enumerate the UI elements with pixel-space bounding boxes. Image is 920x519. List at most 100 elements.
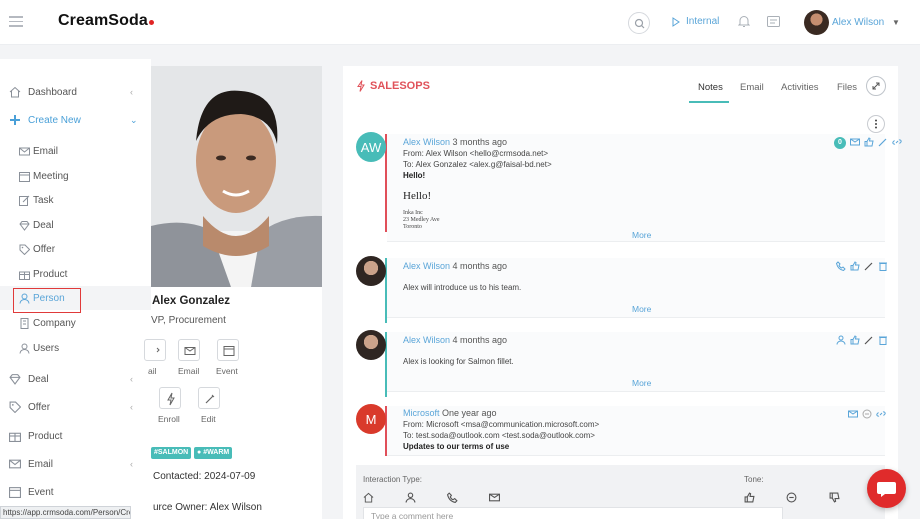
home-icon[interactable] [363,492,374,503]
note-time: 4 months ago [452,335,508,345]
chat-button[interactable] [867,469,906,508]
bell-icon[interactable] [738,15,750,28]
phone-icon[interactable] [447,492,458,503]
user-name-menu[interactable]: Alex Wilson [832,17,884,28]
note-actions [848,409,886,419]
note-text: Alex will introduce us to his team. [403,283,522,292]
user-avatar[interactable] [804,10,829,35]
more-options-icon[interactable] [867,115,885,133]
thumbs-up-icon[interactable] [850,335,860,345]
email-body-line: 23 Medley Ave [403,217,440,223]
neutral-icon[interactable] [786,492,797,503]
tab-files[interactable]: Files [837,82,857,93]
interaction-composer: Interaction Type: Tone: Type a comment h… [356,465,885,519]
tag-warm[interactable]: ● #WARM [194,447,233,459]
tag-icon [19,244,30,255]
sidebar-item-label: Product [33,268,68,280]
chevron-down-icon[interactable]: ▼ [892,18,900,27]
diamond-icon [9,373,21,385]
more-link[interactable]: More [632,378,651,388]
contact-photo [151,66,322,287]
note-item[interactable]: Alex Wilson 4 months ago Alex is looking… [387,332,888,392]
last-contacted: Contacted: 2024-07-09 [153,471,256,482]
sidebar-item-product[interactable]: Product [0,424,151,448]
expand-icon[interactable] [866,76,886,96]
meeting-users-icon[interactable] [836,335,846,345]
thumbs-up-icon[interactable] [850,261,860,271]
sidebar-sub-deal[interactable]: Deal [0,213,151,237]
hamburger-menu-icon[interactable] [9,16,23,27]
note-author[interactable]: Alex Wilson [403,137,450,147]
sidebar-item-dashboard[interactable]: Dashboard ‹ [0,80,151,104]
tag-salmon[interactable]: #SALMON [151,447,192,459]
neutral-icon[interactable] [862,409,872,419]
mail-icon[interactable] [848,409,858,419]
phone-icon[interactable] [836,261,846,271]
home-icon [9,86,21,98]
mail-action-button[interactable] [144,339,166,361]
sidebar-sub-offer[interactable]: Offer [0,237,151,261]
edit-action-button[interactable] [198,387,220,409]
thumbs-up-icon[interactable] [864,137,874,149]
edit-icon[interactable] [878,137,888,149]
note-author[interactable]: Alex Wilson [403,335,450,345]
sidebar-item-deal[interactable]: Deal ‹ [0,367,151,391]
email-action-label: Email [178,366,200,376]
mail-icon[interactable] [489,492,500,503]
internal-label: Internal [686,16,720,27]
sidebar-item-event[interactable]: Event [0,480,151,504]
tab-email[interactable]: Email [740,82,764,93]
bolt-icon [357,80,365,92]
note-time: 4 months ago [452,261,508,271]
id-card-icon[interactable] [767,16,780,27]
note-item[interactable]: Alex Wilson 3 months ago 0 From: Alex Wi… [387,134,902,242]
avatar: M [356,404,386,434]
sidebar-item-label: Meeting [33,170,69,182]
thumbs-down-icon[interactable] [829,492,840,503]
contact-name: Alex Gonzalez [152,295,230,307]
link-icon[interactable] [892,137,902,149]
email-action-button[interactable] [178,339,200,361]
internal-mode-toggle[interactable]: Internal [672,16,719,27]
event-action-button[interactable] [217,339,239,361]
sidebar-sub-task[interactable]: Task [0,188,151,212]
tab-activities[interactable]: Activities [781,82,818,93]
search-icon[interactable] [628,12,650,34]
sidebar-sub-users[interactable]: Users [0,336,151,360]
email-subject: Hello! [403,171,426,180]
calendar-icon [19,171,30,182]
sidebar-item-create-new[interactable]: Create New ⌄ [0,108,151,132]
status-bar-url: https://app.crmsoda.com/Person/Create [0,506,131,519]
note-author[interactable]: Alex Wilson [403,261,450,271]
enroll-action-button[interactable] [159,387,181,409]
sidebar-item-offer[interactable]: Offer ‹ [0,395,151,419]
tab-notes[interactable]: Notes [698,82,723,93]
edit-icon[interactable] [864,261,874,271]
active-tab-indicator [689,101,729,103]
sidebar-item-label: Create New [28,114,81,126]
chevron-left-icon: ‹ [130,87,133,97]
edit-icon[interactable] [864,335,874,345]
email-body-line: Toronto [403,224,422,228]
sidebar-sub-meeting[interactable]: Meeting [0,164,151,188]
app-logo[interactable]: CreamSoda [58,12,154,30]
more-link[interactable]: More [632,304,651,314]
sidebar-sub-email[interactable]: Email [0,139,151,163]
more-link[interactable]: More [632,230,651,240]
meeting-users-icon[interactable] [405,492,416,503]
sidebar-item-label: Product [28,430,63,442]
sidebar-item-label: Company [33,317,76,329]
mail-icon[interactable] [850,137,860,149]
note-item[interactable]: Alex Wilson 4 months ago Alex will intro… [387,258,888,318]
link-icon[interactable] [876,409,886,419]
thumbs-up-icon[interactable] [744,492,755,503]
sidebar-sub-company[interactable]: Company [0,311,151,335]
sidebar-sub-product[interactable]: Product [0,262,151,286]
trash-icon[interactable] [878,335,888,345]
trash-icon[interactable] [878,261,888,271]
sidebar-item-email[interactable]: Email ‹ [0,452,151,476]
comment-input[interactable]: Type a comment here [363,507,783,519]
note-author[interactable]: Microsoft [403,408,440,418]
mail-icon [19,146,30,157]
note-item[interactable]: Microsoft One year ago From: Microsoft <… [387,406,886,456]
